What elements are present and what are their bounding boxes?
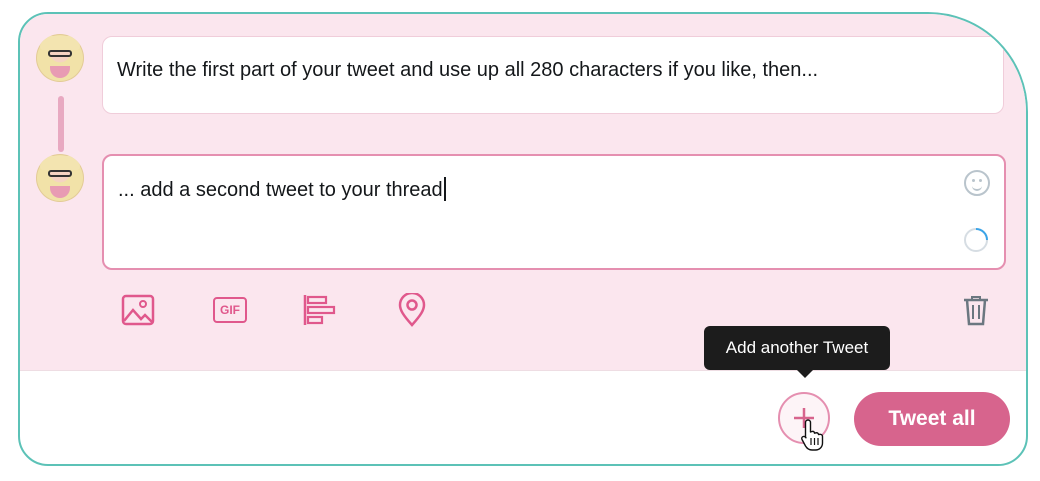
composer-divider: [20, 370, 1026, 371]
gif-icon[interactable]: GIF: [210, 290, 250, 330]
avatar: [36, 154, 84, 202]
text-caret: [443, 177, 446, 201]
character-progress-icon: [964, 228, 988, 252]
tweet-input-1[interactable]: Write the first part of your tweet and u…: [102, 36, 1004, 114]
location-icon[interactable]: [392, 290, 432, 330]
add-tweet-tooltip: Add another Tweet: [704, 326, 890, 370]
poll-icon[interactable]: [300, 290, 340, 330]
trash-icon[interactable]: [956, 290, 996, 330]
tooltip-arrow: [797, 370, 813, 378]
emoji-icon[interactable]: [964, 170, 990, 196]
tweet-text-1: Write the first part of your tweet and u…: [117, 59, 819, 81]
tweet-text-2: ... add a second tweet to your thread: [118, 177, 446, 202]
tweet-input-2[interactable]: ... add a second tweet to your thread: [102, 154, 1006, 270]
hand-cursor-icon: [801, 419, 824, 451]
avatar: [36, 34, 84, 82]
tweet-composer-frame: Write the first part of your tweet and u…: [18, 12, 1028, 466]
thread-connector-line: [58, 96, 64, 152]
gif-label: GIF: [213, 297, 247, 323]
tweet-all-button[interactable]: Tweet all: [854, 392, 1010, 446]
image-icon[interactable]: [118, 290, 158, 330]
